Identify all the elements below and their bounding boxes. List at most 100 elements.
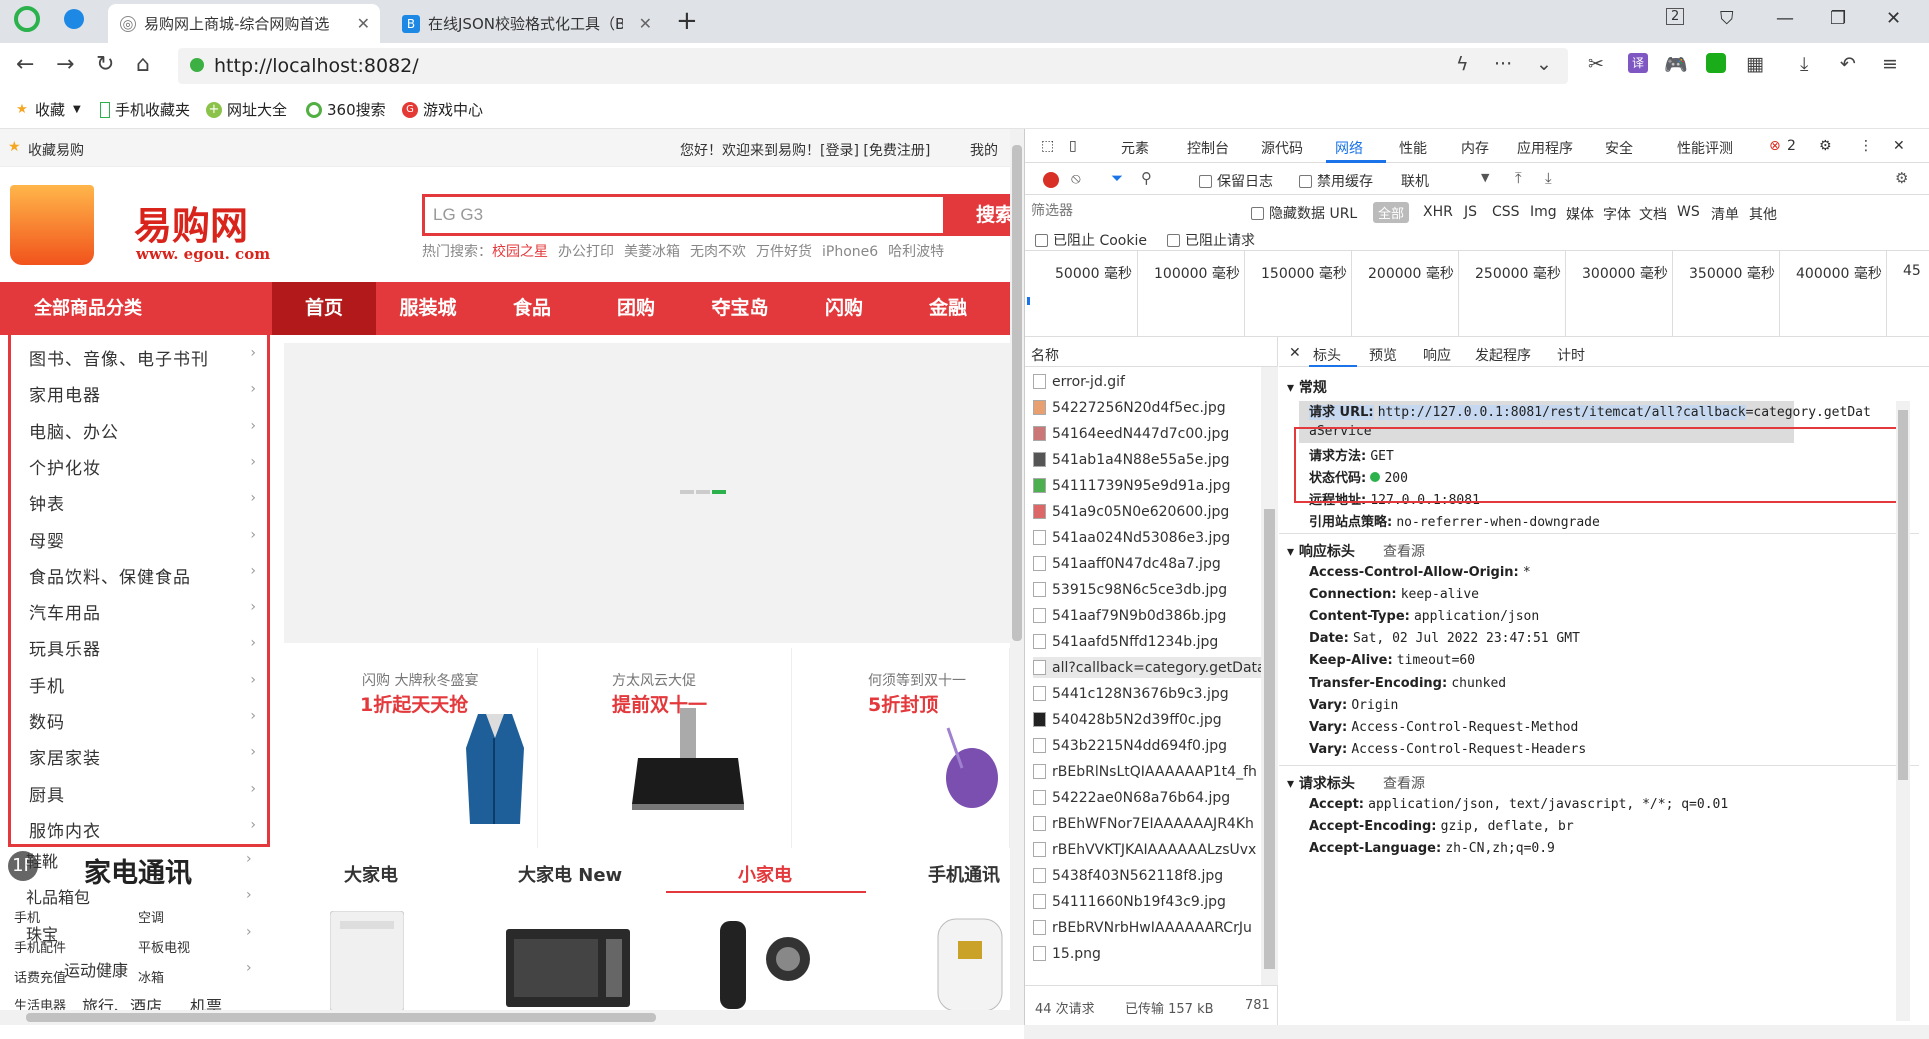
response-headers-section-header[interactable]: ▾ 响应标头	[1287, 541, 1355, 561]
game-icon[interactable]: 🎮	[1664, 53, 1688, 76]
floor-sub-link[interactable]: 话费充值	[14, 967, 66, 986]
close-detail-icon[interactable]: ✕	[1289, 345, 1301, 361]
more-icon[interactable]: ···	[1494, 53, 1512, 75]
bookmark-games[interactable]: G 游戏中心	[402, 99, 483, 120]
view-source-link[interactable]: 查看源	[1383, 541, 1425, 561]
category-item[interactable]: 手机 ›	[29, 672, 259, 697]
nav-home[interactable]: 首页	[272, 282, 376, 335]
category-item[interactable]: 服饰内衣 ›	[29, 817, 259, 842]
category-item[interactable]: 厨具 ›	[29, 781, 259, 806]
upload-icon[interactable]: ⤒	[1515, 169, 1522, 187]
hot-link[interactable]: 办公打印	[558, 244, 614, 260]
request-row[interactable]: 54222ae0N68a76b64.jpg	[1033, 787, 1263, 808]
request-row[interactable]: rBEhWFNor7EIAAAAAAJR4Kh	[1033, 813, 1263, 834]
floor-tab[interactable]: 大家电	[344, 861, 398, 887]
nav-treasure[interactable]: 夺宝岛	[688, 282, 792, 335]
throttling-select[interactable]: 联机	[1401, 171, 1429, 191]
scrollbar-thumb[interactable]	[1012, 145, 1022, 641]
header-row[interactable]: Vary: Origin	[1309, 698, 1398, 713]
tab-performance[interactable]: 性能	[1399, 138, 1427, 158]
header-row[interactable]: Content-Type: application/json	[1309, 609, 1539, 624]
tab-response[interactable]: 响应	[1423, 345, 1451, 365]
menu-icon[interactable]: ≡	[1882, 53, 1898, 75]
close-devtools-icon[interactable]: ✕	[1893, 138, 1905, 154]
category-item[interactable]: 数码 ›	[29, 708, 259, 733]
nav-groupbuy[interactable]: 团购	[584, 282, 688, 335]
bookmark-favorites[interactable]: ★ 收藏 ▼	[14, 99, 81, 120]
type-filter-all[interactable]: 全部	[1373, 202, 1410, 223]
request-row[interactable]: 5441c128N3676b9c3.jpg	[1033, 683, 1263, 704]
request-row[interactable]: 54111660Nb19f43c9.jpg	[1033, 891, 1263, 912]
type-filter[interactable]: 媒体	[1566, 204, 1594, 224]
download-har-icon[interactable]: ⤓	[1545, 169, 1552, 187]
back-icon[interactable]: ←	[16, 52, 34, 77]
nav-flash[interactable]: 闪购	[792, 282, 896, 335]
floor-sub-link[interactable]: 手机	[14, 907, 40, 926]
bookmark-site-link[interactable]: 收藏易购	[28, 140, 84, 160]
welcome-text[interactable]: 您好！欢迎来到易购！[登录] [免费注册]	[680, 140, 930, 160]
header-row[interactable]: Access-Control-Allow-Origin: *	[1309, 565, 1531, 580]
category-item[interactable]: 家居家装 ›	[29, 744, 259, 769]
promo-card[interactable]: 闪购 大牌秋冬盛宴 1折起天天抢	[284, 648, 538, 848]
blocked-cookies-checkbox[interactable]: 已阻止 Cookie	[1035, 230, 1147, 250]
translate-icon[interactable]: 译	[1628, 53, 1648, 73]
view-source-link[interactable]: 查看源	[1383, 773, 1425, 793]
request-row[interactable]: error-jd.gif	[1033, 371, 1263, 392]
request-row[interactable]: 540428b5N2d39ff0c.jpg	[1033, 709, 1263, 730]
close-window-icon[interactable]: ✕	[1886, 8, 1901, 29]
type-filter[interactable]: 其他	[1749, 204, 1777, 224]
request-row[interactable]: 541a9c05N0e620600.jpg	[1033, 501, 1263, 522]
device-toolbar-icon[interactable]: ▯	[1069, 138, 1077, 154]
all-categories-header[interactable]: 全部商品分类	[8, 282, 270, 335]
tab-json[interactable]: B 在线JSON校验格式化工具（B ✕	[390, 4, 662, 43]
type-filter[interactable]: Img	[1530, 204, 1557, 220]
request-row[interactable]: 541ab1a4N88e55a5e.jpg	[1033, 449, 1263, 470]
clear-icon[interactable]: ⦸	[1071, 169, 1081, 187]
nav-clothing[interactable]: 服装城	[376, 282, 480, 335]
header-row[interactable]: Accept-Encoding: gzip, deflate, br	[1309, 819, 1574, 834]
bookmark-mobile[interactable]: 手机收藏夹	[100, 99, 190, 120]
tab-timing[interactable]: 计时	[1557, 345, 1585, 365]
tab-console[interactable]: 控制台	[1187, 138, 1229, 158]
header-row[interactable]: Vary: Access-Control-Request-Headers	[1309, 742, 1586, 757]
request-row[interactable]: 54164eedN447d7c00.jpg	[1033, 423, 1263, 444]
header-row[interactable]: Accept-Language: zh-CN,zh;q=0.9	[1309, 841, 1555, 856]
tab-count-badge[interactable]: 2	[1666, 8, 1685, 25]
scrollbar-thumb[interactable]	[26, 1013, 656, 1022]
download-icon[interactable]: ⤓	[1800, 53, 1808, 75]
my-account-link[interactable]: 我的	[970, 140, 998, 160]
close-tab-icon[interactable]: ✕	[357, 14, 370, 33]
type-filter[interactable]: 文档	[1639, 204, 1667, 224]
devtools-horizontal-scrollbar[interactable]	[1024, 1025, 1929, 1039]
error-icon[interactable]: ⊗	[1769, 138, 1781, 154]
request-row[interactable]: 541aaff0N47dc48a7.jpg	[1033, 553, 1263, 574]
floor-sub-link[interactable]: 冰箱	[138, 967, 164, 986]
bookmark-360search[interactable]: 360搜索	[306, 99, 386, 120]
banner-carousel[interactable]	[284, 343, 1010, 643]
referrer-policy-row[interactable]: 引用站点策略: no-referrer-when-downgrade	[1309, 511, 1600, 530]
type-filter[interactable]: 字体	[1603, 204, 1631, 224]
category-item[interactable]: 玩具乐器 ›	[29, 635, 259, 660]
hide-data-url-checkbox[interactable]: 隐藏数据 URL	[1251, 203, 1357, 223]
filter-input[interactable]	[1031, 199, 1251, 221]
floor-sub-link[interactable]: 平板电视	[138, 937, 190, 956]
settings-icon[interactable]: ⚙	[1819, 138, 1832, 154]
category-item[interactable]: 食品饮料、保健食品 ›	[29, 563, 259, 588]
new-tab-button[interactable]: +	[676, 6, 698, 36]
shirt-icon[interactable]: ⛉	[1720, 8, 1734, 29]
tab-initiator[interactable]: 发起程序	[1475, 345, 1531, 365]
preserve-log-checkbox[interactable]: 保留日志	[1199, 171, 1273, 191]
header-row[interactable]: Keep-Alive: timeout=60	[1309, 653, 1475, 668]
request-row[interactable]: 541aa024Nd53086e3.jpg	[1033, 527, 1263, 548]
search-input[interactable]	[425, 197, 943, 233]
apps-icon[interactable]: ▦	[1746, 53, 1764, 75]
tab-elements[interactable]: 元素	[1121, 138, 1149, 158]
floor-tab[interactable]: 小家电	[738, 861, 792, 887]
header-row[interactable]: Vary: Access-Control-Request-Method	[1309, 720, 1578, 735]
tab-memory[interactable]: 内存	[1461, 138, 1489, 158]
category-item[interactable]: 运动健康	[64, 957, 128, 981]
floor-tab[interactable]: 手机通讯	[928, 861, 1000, 887]
inspect-icon[interactable]: ⬚	[1041, 138, 1054, 154]
floor-tab[interactable]: 大家电 New	[518, 861, 622, 887]
hot-link[interactable]: 万件好货	[756, 244, 812, 260]
